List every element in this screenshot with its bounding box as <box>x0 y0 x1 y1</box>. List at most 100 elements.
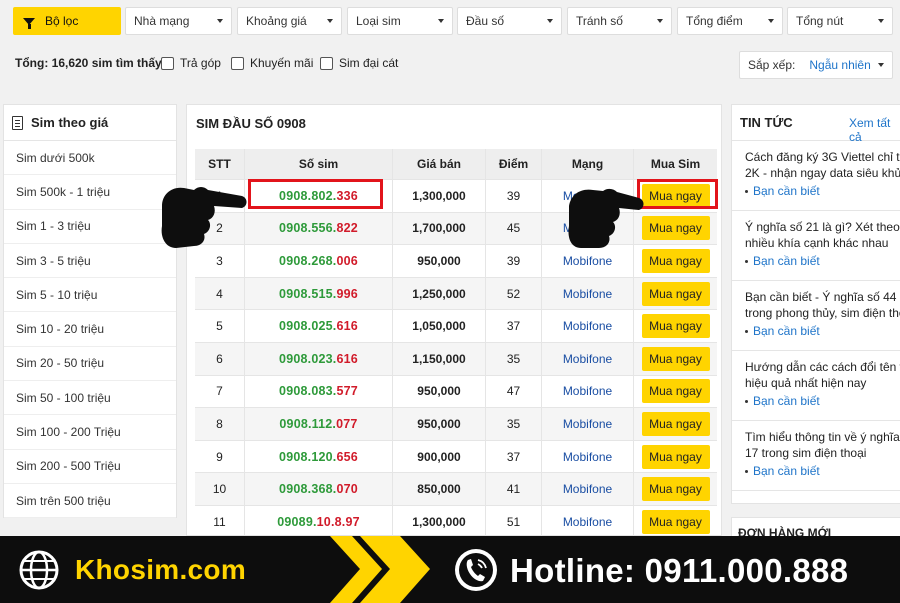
chevron-down-icon <box>657 19 663 23</box>
news-headline-line[interactable]: Tìm hiểu thông tin về ý nghĩa số <box>745 429 900 445</box>
chevron-down-icon <box>217 19 223 23</box>
checkbox-box[interactable] <box>231 56 244 70</box>
news-item[interactable]: Cách đăng ký 3G Viettel chỉ từ 2K - nhận … <box>732 141 900 211</box>
sidebar-item[interactable]: Sim 10 - 20 triệu <box>4 312 176 347</box>
sort-label: Sắp xếp: <box>748 58 796 72</box>
sim-number[interactable]: 0908.515.996 <box>245 277 393 310</box>
sim-number-suffix: 656 <box>336 449 358 464</box>
sim-score: 39 <box>486 180 542 212</box>
price-range-select[interactable]: Khoảng giá <box>237 7 342 35</box>
network-select[interactable]: Nhà mạng <box>125 7 232 35</box>
sim-number-suffix: 006 <box>336 253 358 268</box>
buy-now-button[interactable]: Mua ngay <box>641 281 710 306</box>
sim-number-prefix: 0908.515. <box>279 286 337 301</box>
table-row: 4 0908.515.996 1,250,000 52 Mobifone Mua ngay <box>195 277 717 311</box>
news-headline-line[interactable]: Hướng dẫn các cách đổi tên wifi <box>745 359 900 375</box>
chevron-down-icon <box>547 19 553 23</box>
news-item[interactable]: Tìm hiểu thông tin về ý nghĩa số 17 trong… <box>732 421 900 491</box>
table-header-row: STT Số sim Giá bán Điểm Mạng Mua Sim <box>195 149 717 180</box>
sim-type-select[interactable]: Loại sim <box>347 7 453 35</box>
news-category-link[interactable]: Bạn cần biết <box>745 323 900 339</box>
news-headline-line[interactable]: Ý nghĩa số 21 là gì? Xét theo <box>745 219 900 235</box>
sim-number[interactable]: 0908.368.070 <box>245 473 393 505</box>
news-headline-line[interactable]: Cách đăng ký 3G Viettel chỉ từ <box>745 149 900 165</box>
sort-select[interactable]: Sắp xếp: Ngẫu nhiên <box>739 51 893 79</box>
sim-network: Mobifone <box>542 505 634 538</box>
highlight-box-buy-button <box>637 179 718 209</box>
buy-now-button[interactable]: Mua ngay <box>641 216 710 241</box>
sidebar-item[interactable]: Sim 20 - 50 triệu <box>4 347 176 382</box>
sim-number[interactable]: 09089.10.8.97 <box>245 505 393 538</box>
sidebar-item[interactable]: Sim trên 500 triệu <box>4 484 176 519</box>
news-item[interactable]: Bạn cần biết - Ý nghĩa số 44 trong phong … <box>732 281 900 351</box>
buy-now-button[interactable]: Mua ngay <box>641 248 710 273</box>
news-category-link[interactable]: Bạn cần biết <box>745 253 900 269</box>
sidebar-item[interactable]: Sim dưới 500k <box>4 141 176 176</box>
news-headline-line[interactable]: Bạn cần biết - Ý nghĩa số 44 <box>745 289 900 305</box>
row-stt: 5 <box>195 310 245 342</box>
sim-price: 850,000 <box>393 473 486 505</box>
sidebar-list: Sim dưới 500k Sim 500k - 1 triệu Sim 1 - 3… <box>4 141 176 519</box>
sim-number[interactable]: 0908.112.077 <box>245 408 393 440</box>
sim-network: Mobifone <box>542 342 634 375</box>
sidebar-item[interactable]: Sim 50 - 100 triệu <box>4 381 176 416</box>
sim-number[interactable]: 0908.023.616 <box>245 342 393 375</box>
sidebar-item[interactable]: Sim 100 - 200 Triệu <box>4 415 176 450</box>
news-headline-line[interactable]: nhiều khía cạnh khác nhau <box>745 235 900 251</box>
filter-button[interactable]: Bộ lọc <box>13 7 121 35</box>
checkbox-installment[interactable]: Trả góp <box>161 56 221 70</box>
checkbox-label: Khuyến mãi <box>250 56 314 70</box>
checkbox-box[interactable] <box>161 56 174 70</box>
sim-number-suffix: 616 <box>336 319 358 334</box>
news-headline-line[interactable]: hiệu quả nhất hiện nay <box>745 375 900 391</box>
sim-number[interactable]: 0908.120.656 <box>245 440 393 473</box>
sim-number[interactable]: 0908.268.006 <box>245 245 393 277</box>
buy-now-button[interactable]: Mua ngay <box>641 379 710 404</box>
news-item[interactable]: Hướng dẫn các cách đổi tên wifi hiệu quả … <box>732 351 900 421</box>
header-stt: STT <box>195 149 245 179</box>
sim-number-suffix: 10.8.97 <box>316 514 360 529</box>
buy-now-button[interactable]: Mua ngay <box>641 477 710 502</box>
checkbox-box[interactable] <box>320 56 333 70</box>
checkbox-promotion[interactable]: Khuyến mãi <box>231 56 313 70</box>
total-score-select[interactable]: Tổng điểm <box>677 7 783 35</box>
sidebar-item[interactable]: Sim 1 - 3 triệu <box>4 210 176 244</box>
buy-now-button[interactable]: Mua ngay <box>641 509 710 534</box>
filter-icon <box>23 17 35 29</box>
price-range-select-label: Khoảng giá <box>246 14 307 28</box>
see-all-link[interactable]: Xem tất cả <box>849 116 900 144</box>
table-title: SIM ĐẦU SỐ 0908 <box>196 116 306 131</box>
sim-number[interactable]: 0908.025.616 <box>245 310 393 342</box>
table-row: 7 0908.083.577 950,000 47 Mobifone Mua ngay <box>195 375 717 409</box>
sim-number-prefix: 09089. <box>277 514 317 529</box>
sim-number[interactable]: 0908.556.822 <box>245 212 393 245</box>
total-score-select-label: Tổng điểm <box>686 14 743 28</box>
network-select-label: Nhà mạng <box>134 14 190 28</box>
sim-number-suffix: 070 <box>336 482 358 497</box>
sidebar-item[interactable]: Sim 3 - 5 triệu <box>4 244 176 279</box>
sidebar-item[interactable]: Sim 5 - 10 triệu <box>4 278 176 313</box>
sidebar-item[interactable]: Sim 500k - 1 triệu <box>4 175 176 210</box>
pointing-hand-icon <box>161 187 247 248</box>
news-category-link[interactable]: Bạn cần biết <box>745 393 900 409</box>
prefix-select[interactable]: Đầu số <box>457 7 562 35</box>
buy-now-button[interactable]: Mua ngay <box>641 314 710 339</box>
news-category-link[interactable]: Bạn cần biết <box>745 183 900 199</box>
buy-now-button[interactable]: Mua ngay <box>641 346 710 371</box>
globe-icon <box>19 550 59 590</box>
sim-number-prefix: 0908.112. <box>279 416 337 431</box>
chevron-down-icon <box>438 19 444 23</box>
avoid-number-select[interactable]: Tránh số <box>567 7 672 35</box>
buy-now-button[interactable]: Mua ngay <box>641 411 710 436</box>
sim-score: 52 <box>486 277 542 310</box>
news-headline-line[interactable]: 17 trong sim điện thoại <box>745 445 900 461</box>
news-category-link[interactable]: Bạn cần biết <box>745 463 900 479</box>
news-item[interactable]: Ý nghĩa số 21 là gì? Xét theo nhiều khía … <box>732 211 900 281</box>
news-headline-line[interactable]: trong phong thủy, sim điện thoại <box>745 305 900 321</box>
news-headline-line[interactable]: 2K - nhận ngay data siêu khủng <box>745 165 900 181</box>
buy-now-button[interactable]: Mua ngay <box>641 444 710 469</box>
total-node-select[interactable]: Tổng nút <box>787 7 893 35</box>
checkbox-lucky-sim[interactable]: Sim đại cát <box>320 56 398 70</box>
sim-number[interactable]: 0908.083.577 <box>245 375 393 408</box>
sidebar-item[interactable]: Sim 200 - 500 Triệu <box>4 450 176 484</box>
